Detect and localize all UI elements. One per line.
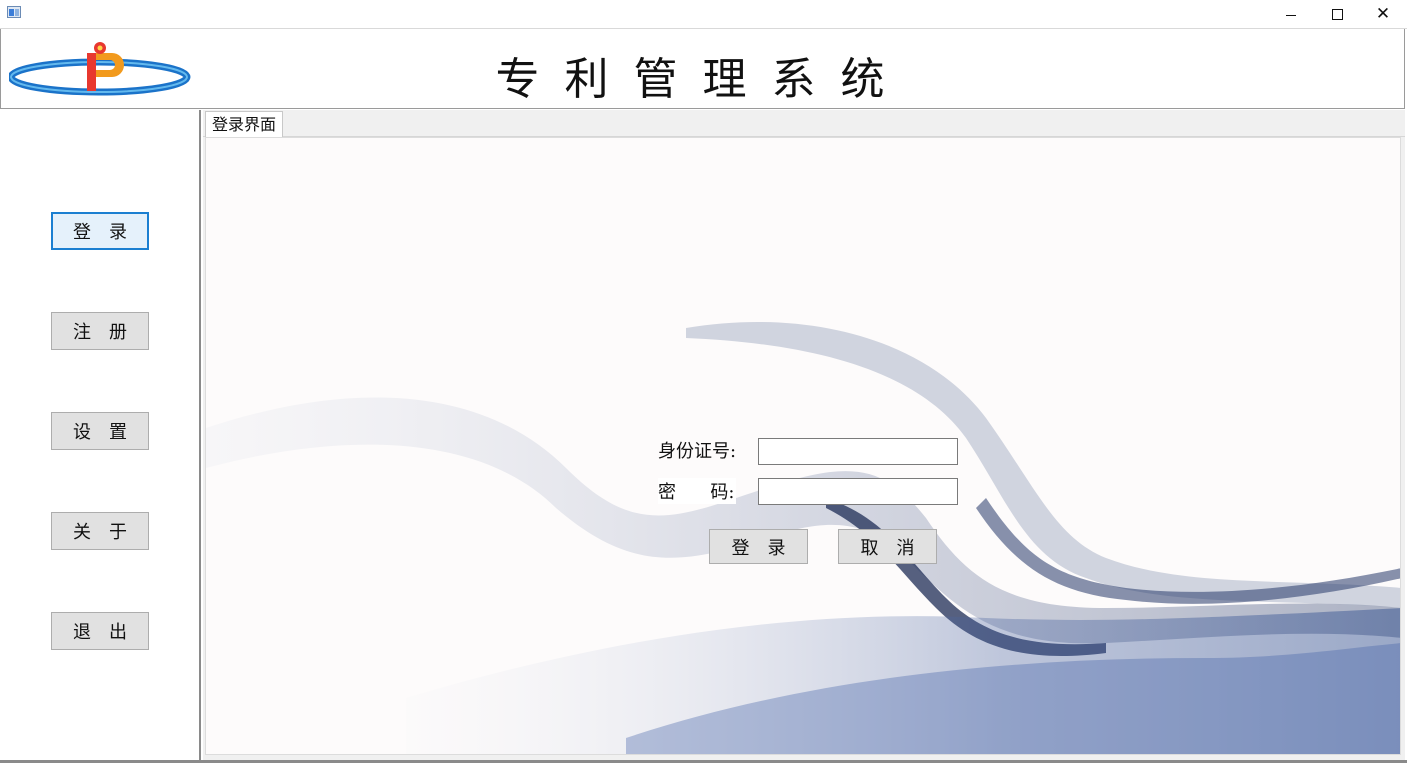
sidebar-exit-button[interactable]: 退出: [51, 612, 149, 650]
id-number-input[interactable]: [758, 438, 958, 465]
app-header: 专利管理系统: [0, 29, 1405, 109]
ip-logo: [9, 42, 191, 96]
tab-bar: 登录界面: [203, 110, 1405, 137]
app-title: 专利管理系统: [495, 54, 910, 105]
sidebar-nav: 登录 注册 设置 关于 退出: [0, 110, 201, 760]
maximize-button[interactable]: [1314, 0, 1360, 28]
password-label: 密 码:: [658, 478, 737, 504]
tab-login[interactable]: 登录界面: [205, 111, 284, 137]
main-content: 登录界面 身份证号: 密 码: 登录 取消: [203, 110, 1405, 760]
password-input[interactable]: [758, 478, 958, 505]
login-panel: 身份证号: 密 码: 登录 取消: [205, 137, 1401, 755]
sidebar-register-button[interactable]: 注册: [51, 312, 149, 350]
cancel-button[interactable]: 取消: [838, 529, 937, 564]
minimize-button[interactable]: [1268, 0, 1314, 28]
window-titlebar: ✕: [0, 0, 1407, 29]
close-button[interactable]: ✕: [1360, 0, 1406, 28]
maximize-icon: [1331, 8, 1343, 20]
sidebar-login-button[interactable]: 登录: [51, 212, 149, 250]
sidebar-settings-button[interactable]: 设置: [51, 412, 149, 450]
window-app-icon: [7, 6, 21, 18]
minimize-icon: [1286, 14, 1296, 16]
sidebar-about-button[interactable]: 关于: [51, 512, 149, 550]
close-icon: ✕: [1375, 3, 1391, 24]
id-number-label: 身份证号:: [658, 441, 737, 462]
login-submit-button[interactable]: 登录: [709, 529, 808, 564]
